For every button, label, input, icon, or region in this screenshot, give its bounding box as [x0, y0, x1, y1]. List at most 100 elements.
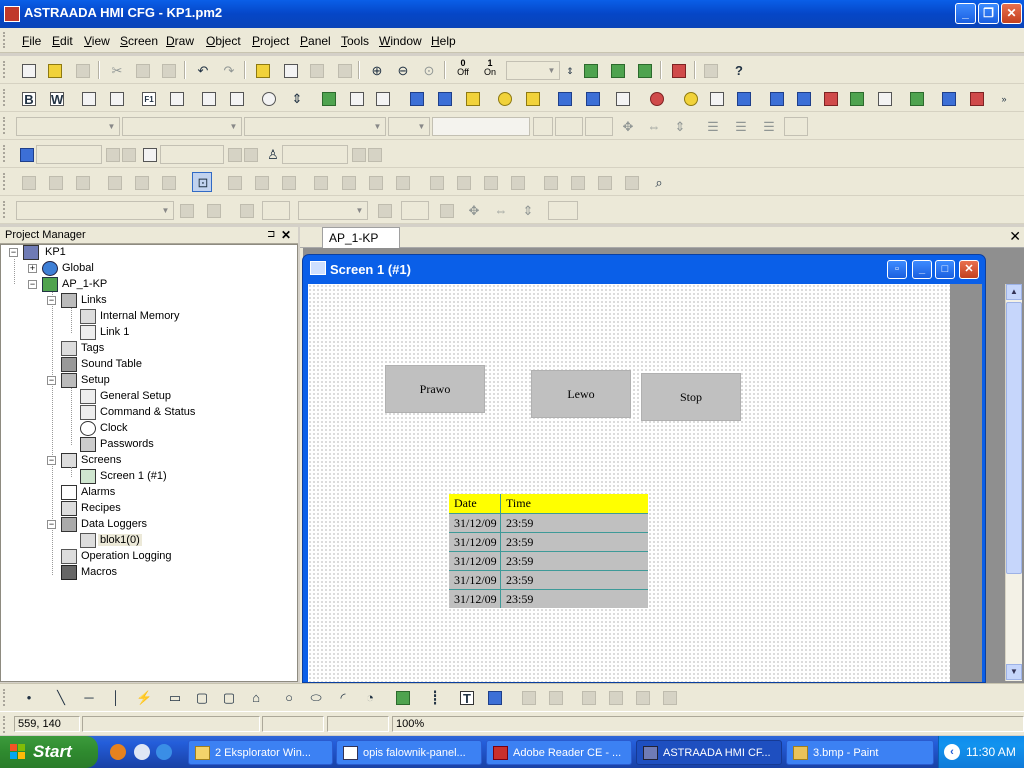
bit-lamp-tool[interactable]: [346, 88, 366, 108]
pen-tool[interactable]: [820, 88, 840, 108]
hline-tool[interactable]: ─: [78, 687, 98, 707]
menu-draw[interactable]: Draw: [166, 34, 194, 48]
screen-button-tool[interactable]: [78, 88, 98, 108]
align-centers-button[interactable]: [45, 172, 65, 192]
zoom-fit-button[interactable]: ⊙: [418, 60, 438, 80]
scroll-thumb[interactable]: [1006, 302, 1022, 574]
polygon-tool[interactable]: ⌂: [245, 687, 265, 707]
off-state-button[interactable]: 0 Off: [452, 59, 474, 81]
multi-state-2-tool[interactable]: [226, 88, 246, 108]
state-combo[interactable]: ▼: [506, 61, 560, 80]
keypad-tool[interactable]: [106, 88, 126, 108]
menu-view[interactable]: View: [84, 34, 110, 48]
grid-snap-button[interactable]: [365, 172, 385, 192]
numeric-input-tool[interactable]: [554, 88, 574, 108]
maximize-icon[interactable]: □: [935, 260, 955, 279]
task-adobe-reader[interactable]: Adobe Reader CE - ...: [486, 740, 632, 765]
ascii-input-tool[interactable]: [582, 88, 602, 108]
find-button[interactable]: ⌕: [648, 172, 668, 192]
multi-state-tool[interactable]: [198, 88, 218, 108]
print-button[interactable]: [700, 60, 720, 80]
edit-points-tool[interactable]: [518, 687, 538, 707]
position-button[interactable]: ✥: [463, 200, 483, 220]
document-vertical-scrollbar[interactable]: ▲ ▼: [1005, 284, 1022, 681]
align-left-button[interactable]: ☰: [702, 116, 722, 136]
fill-tool[interactable]: [578, 687, 598, 707]
desktop-icon[interactable]: [134, 744, 150, 760]
text-display-tool[interactable]: [434, 88, 454, 108]
align-rights-button[interactable]: [72, 172, 92, 192]
menu-tools[interactable]: Tools: [341, 34, 369, 48]
new-screen-button[interactable]: [252, 60, 272, 80]
menu-help[interactable]: Help: [431, 34, 456, 48]
pattern-combo[interactable]: ▼: [298, 201, 368, 220]
cut-button[interactable]: ✂: [106, 60, 126, 80]
task-document[interactable]: opis falownik-panel...: [336, 740, 482, 765]
menu-edit[interactable]: Edit: [52, 34, 73, 48]
scroll-up-icon[interactable]: ▲: [1006, 284, 1022, 300]
state-spinner[interactable]: ⇕: [562, 60, 576, 80]
collapse-icon[interactable]: −: [47, 376, 56, 385]
function-key-tool[interactable]: F1: [138, 88, 158, 108]
toolbar-grip[interactable]: [3, 61, 7, 78]
zoom-in-button[interactable]: ⊕: [366, 60, 386, 80]
alarm-tool[interactable]: [522, 88, 542, 108]
word-button-tool[interactable]: W: [46, 88, 66, 108]
screen-copy-button[interactable]: [306, 60, 326, 80]
point-tool[interactable]: •: [18, 687, 38, 707]
tab-ap1-kp[interactable]: AP_1-KP: [322, 227, 400, 248]
same-height-button[interactable]: [251, 172, 271, 192]
start-button[interactable]: Start: [0, 736, 98, 768]
screen-delete-button[interactable]: [334, 60, 354, 80]
stamp-3-tool[interactable]: [659, 687, 679, 707]
expand-icon[interactable]: +: [28, 264, 37, 273]
menu-object[interactable]: Object: [206, 34, 241, 48]
send-backward-button[interactable]: [507, 172, 527, 192]
compile-button[interactable]: [634, 60, 654, 80]
screen-field-2[interactable]: [160, 145, 224, 164]
keyboard-tool[interactable]: [733, 88, 753, 108]
paste-button[interactable]: [158, 60, 178, 80]
on-state-button[interactable]: 1 On: [479, 59, 501, 81]
ungroup-button[interactable]: [567, 172, 587, 192]
close-icon[interactable]: ✕: [1009, 228, 1021, 245]
screen-next-button[interactable]: [118, 144, 136, 164]
screen-canvas[interactable]: Prawo Lewo Stop Date Time 31/12/09 23:59…: [308, 284, 950, 682]
rounded-rect-tool[interactable]: ▢: [191, 687, 211, 707]
align-lefts-button[interactable]: [18, 172, 38, 192]
toolbar-grip[interactable]: [3, 89, 7, 106]
frame-button[interactable]: [436, 200, 456, 220]
toolbar-grip[interactable]: [3, 145, 7, 162]
vline-tool[interactable]: │: [105, 687, 125, 707]
toolbar-more-button[interactable]: »: [996, 88, 1010, 108]
space-down-button[interactable]: [338, 172, 358, 192]
rounded-rect-2-tool[interactable]: ▢: [218, 687, 238, 707]
screen-field-3[interactable]: [282, 145, 348, 164]
window-list-button[interactable]: [139, 144, 159, 164]
ellipse-tool[interactable]: ⬭: [305, 687, 325, 707]
bit-button-tool[interactable]: B: [18, 88, 38, 108]
v-flip-tool[interactable]: ⇕: [669, 116, 689, 136]
collapse-icon[interactable]: −: [9, 248, 18, 257]
object-combo[interactable]: ▼: [16, 201, 174, 220]
layer-combo[interactable]: ▼: [388, 117, 430, 136]
line-style-button[interactable]: [236, 200, 256, 220]
stamp-tool[interactable]: [605, 687, 625, 707]
bring-front-button[interactable]: [426, 172, 446, 192]
help-button[interactable]: ?: [728, 60, 748, 80]
font-size-combo[interactable]: ▼: [122, 117, 242, 136]
lamp-tool[interactable]: [494, 88, 514, 108]
data-log-table[interactable]: Date Time 31/12/09 23:59 31/12/09 23:59 …: [449, 494, 648, 608]
bar-graph-tool[interactable]: [938, 88, 958, 108]
menu-screen[interactable]: Screen: [120, 34, 158, 48]
firefox-icon[interactable]: [110, 744, 126, 760]
fill-swatch[interactable]: [401, 201, 429, 220]
menu-project[interactable]: Project: [252, 34, 289, 48]
close-icon[interactable]: ✕: [959, 260, 979, 279]
pie-tool[interactable]: ◔: [359, 687, 379, 707]
close-button[interactable]: ✕: [1001, 3, 1022, 24]
menu-window[interactable]: Window: [379, 34, 422, 48]
align-bottoms-button[interactable]: [158, 172, 178, 192]
align-tops-button[interactable]: [104, 172, 124, 192]
download-button[interactable]: [580, 60, 600, 80]
